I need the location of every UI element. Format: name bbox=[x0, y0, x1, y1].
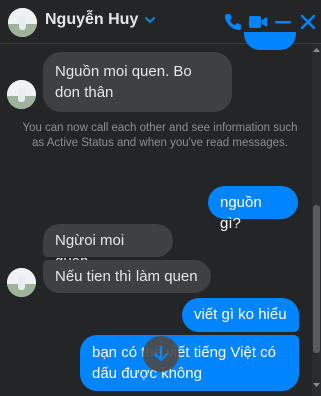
scrollbar-thumb[interactable] bbox=[313, 205, 320, 353]
arrow-down-icon bbox=[153, 345, 169, 362]
message-bubble-outgoing[interactable]: bạn có thể viết tiếng Việt có dấu được k… bbox=[80, 335, 299, 391]
scroll-down-arrow-icon[interactable] bbox=[312, 381, 321, 389]
close-icon[interactable] bbox=[298, 12, 318, 32]
message-bubble-outgoing[interactable]: nguồn gì? bbox=[208, 186, 298, 232]
message-bubble-incoming[interactable]: Nếu tien thì làm quen bbox=[43, 260, 211, 293]
phone-icon[interactable] bbox=[223, 12, 243, 32]
message-text: nguồn gì? bbox=[220, 194, 262, 232]
video-camera-icon[interactable] bbox=[248, 12, 268, 32]
message-bubble-incoming[interactable]: Nguồn moi quen. Bo don thân bbox=[43, 52, 232, 112]
contact-name: Nguyễn Huy bbox=[45, 11, 139, 28]
info-notice: You can now call each other and see info… bbox=[22, 122, 298, 149]
message-text: viết gì ko hiểu bbox=[194, 306, 287, 323]
message-text: Nguồn moi quen. Bo don thân bbox=[55, 63, 192, 101]
contact-avatar[interactable] bbox=[8, 8, 37, 37]
message-text: Nếu tien thì làm quen bbox=[55, 268, 198, 285]
message-text: bạn có thể viết tiếng Việt có dấu được k… bbox=[92, 344, 277, 382]
contact-avatar-small[interactable] bbox=[7, 80, 36, 109]
chevron-down-icon bbox=[145, 17, 156, 24]
message-bubble-outgoing-clipped bbox=[244, 32, 296, 50]
contact-avatar-small[interactable] bbox=[7, 268, 36, 297]
message-bubble-incoming[interactable]: Ngừoi moi quen bbox=[43, 224, 173, 270]
contact-name-button[interactable]: Nguyễn Huy bbox=[45, 11, 156, 29]
scroll-up-arrow-icon[interactable] bbox=[312, 46, 321, 54]
message-bubble-outgoing[interactable]: viết gì ko hiểu bbox=[182, 298, 299, 332]
scroll-to-bottom-button[interactable] bbox=[143, 336, 179, 372]
minimize-icon[interactable] bbox=[273, 12, 293, 32]
